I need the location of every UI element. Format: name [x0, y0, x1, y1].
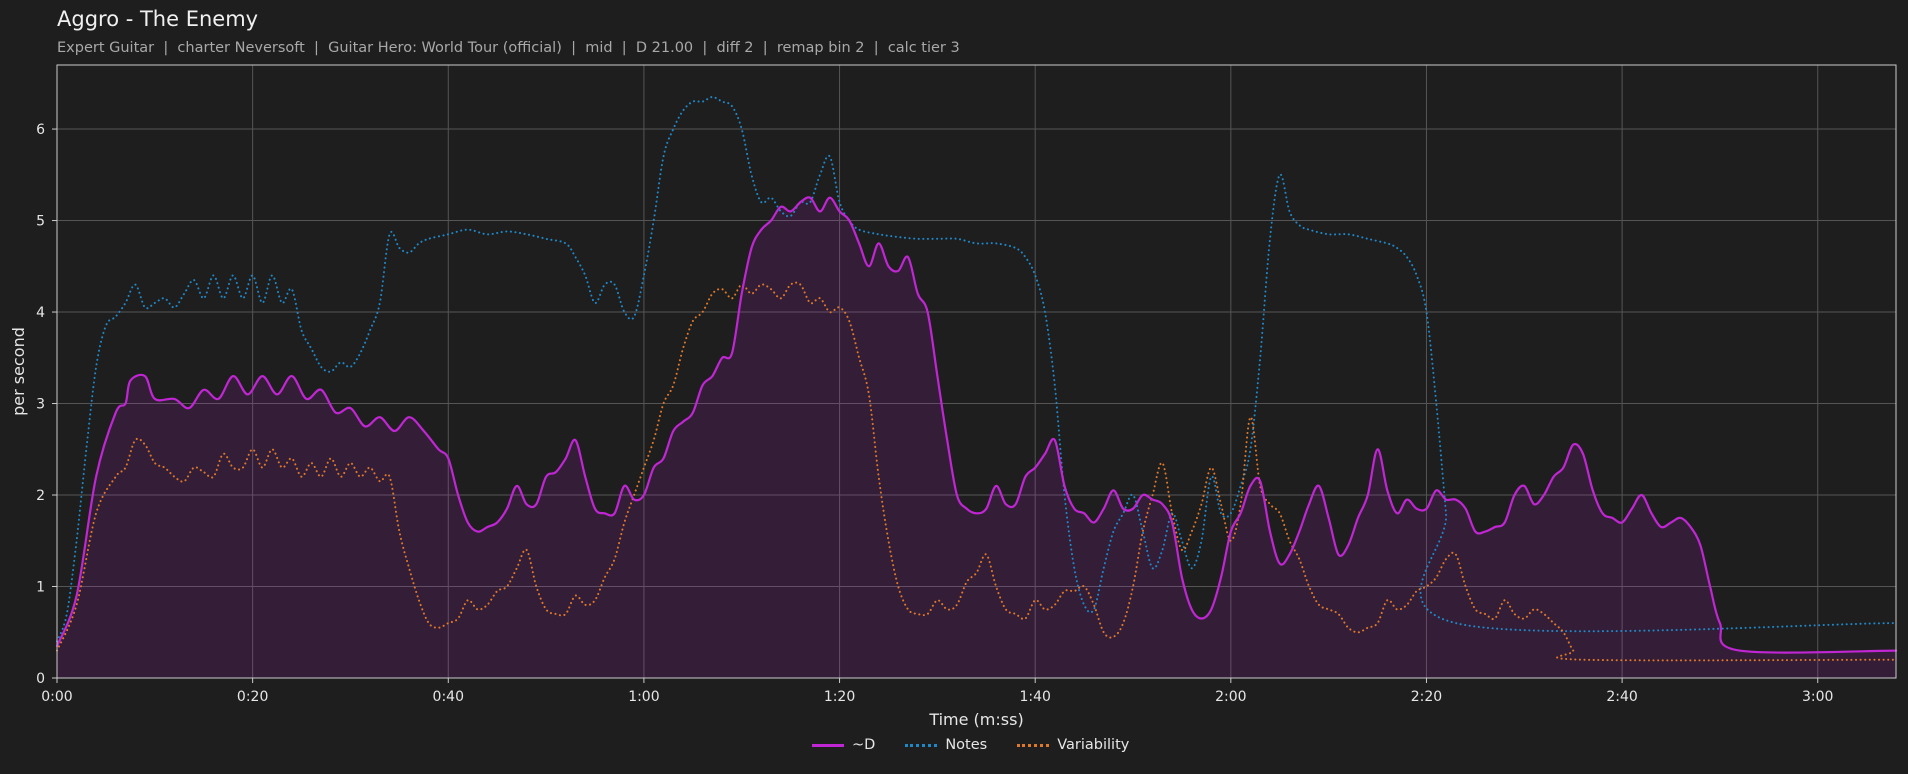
legend-item-variability: Variability — [1017, 737, 1129, 753]
x-tick-label: 2:40 — [1606, 689, 1637, 705]
legend: ~D Notes Variability — [812, 737, 1129, 753]
legend-label-notes: Notes — [945, 737, 988, 753]
series-fill-d — [57, 197, 1896, 678]
x-tick-label: 1:40 — [1019, 689, 1050, 705]
x-axis-label: Time (m:ss) — [928, 710, 1023, 729]
legend-label-d: ~D — [852, 737, 876, 753]
legend-item-notes: Notes — [905, 737, 987, 753]
legend-item-d: ~D — [812, 737, 875, 753]
y-tick-label: 0 — [36, 671, 45, 687]
legend-label-variability: Variability — [1057, 737, 1130, 753]
y-tick-label: 5 — [36, 214, 45, 230]
y-tick-label: 3 — [36, 397, 45, 413]
x-axis-ticks: 0:00 0:20 0:40 1:00 1:20 1:40 2:00 2:20 2:40 3:00 — [41, 678, 1833, 705]
x-tick-label: 0:20 — [237, 689, 268, 705]
series-fills — [57, 197, 1896, 678]
y-tick-label: 4 — [36, 305, 45, 321]
legend-swatch-variability — [1017, 743, 1050, 747]
y-tick-label: 6 — [36, 122, 45, 138]
x-tick-label: 1:20 — [824, 689, 855, 705]
line-chart: 0:00 0:20 0:40 1:00 1:20 1:40 2:00 2:20 2:40 3:00… — [9, 64, 1898, 729]
x-tick-label: 2:00 — [1215, 689, 1246, 705]
y-tick-label: 2 — [36, 488, 45, 504]
x-tick-label: 0:00 — [41, 689, 72, 705]
y-axis-label: per second — [9, 327, 28, 416]
y-axis-ticks: 0 1 2 3 4 5 6 — [36, 122, 57, 687]
y-tick-label: 1 — [36, 580, 45, 596]
x-tick-label: 0:40 — [433, 689, 464, 705]
x-tick-label: 3:00 — [1802, 689, 1833, 705]
legend-swatch-notes — [905, 743, 938, 747]
legend-swatch-d — [812, 743, 844, 747]
x-tick-label: 2:20 — [1411, 689, 1442, 705]
x-tick-label: 1:00 — [628, 689, 659, 705]
